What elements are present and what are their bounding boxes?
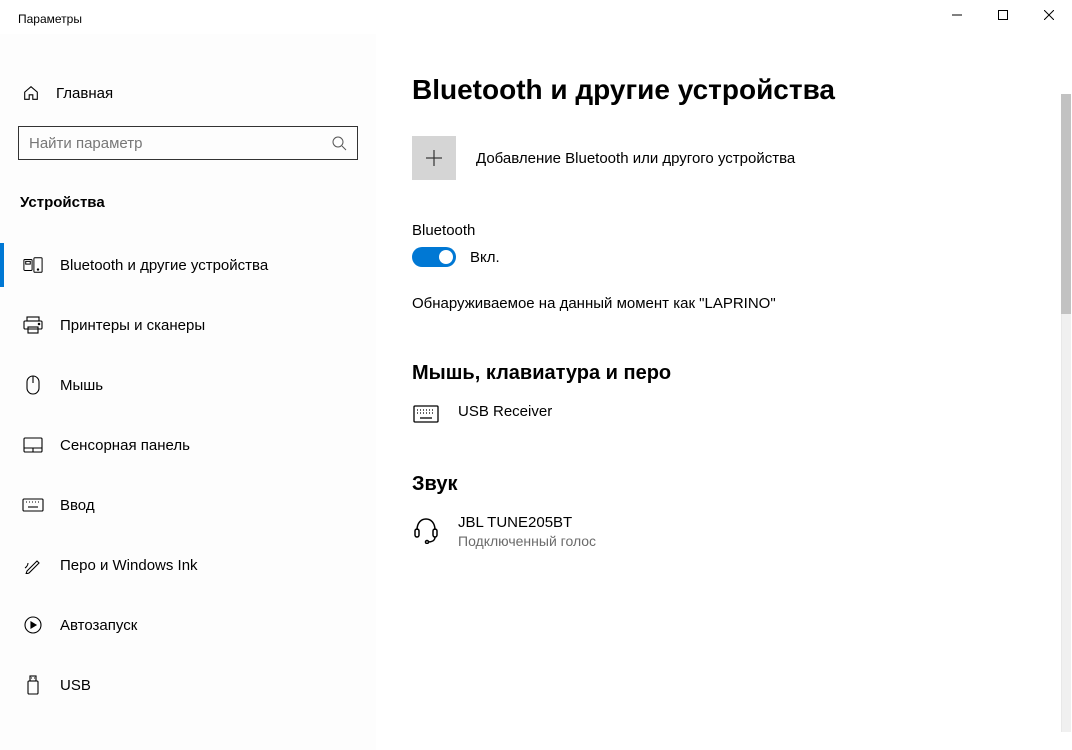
- section-heading-input-devices: Мышь, клавиатура и перо: [412, 362, 1072, 385]
- pen-icon: [22, 556, 44, 574]
- sidebar-item-label: Сенсорная панель: [60, 437, 190, 454]
- sidebar-item-autoplay[interactable]: Автозапуск: [18, 603, 358, 647]
- sidebar-item-pen[interactable]: Перо и Windows Ink: [18, 543, 358, 587]
- search-field[interactable]: [29, 135, 331, 152]
- keyboard-icon: [412, 403, 440, 423]
- add-device-button[interactable]: Добавление Bluetooth или другого устройс…: [412, 136, 1072, 180]
- autoplay-icon: [22, 616, 44, 634]
- close-button[interactable]: [1026, 0, 1072, 30]
- search-input[interactable]: [18, 126, 358, 160]
- device-name: JBL TUNE205BT: [458, 514, 596, 531]
- bluetooth-devices-icon: [22, 256, 44, 274]
- device-status: Подключенный голос: [458, 533, 596, 549]
- sidebar-item-bluetooth[interactable]: Bluetooth и другие устройства: [18, 243, 358, 287]
- printer-icon: [22, 316, 44, 334]
- sidebar: Главная Устройства: [0, 34, 376, 750]
- device-row[interactable]: JBL TUNE205BT Подключенный голос: [412, 514, 1072, 549]
- plus-icon: [412, 136, 456, 180]
- home-icon: [20, 84, 42, 102]
- headset-icon: [412, 514, 440, 544]
- home-label: Главная: [56, 85, 113, 102]
- sidebar-item-typing[interactable]: Ввод: [18, 483, 358, 527]
- content-pane: Bluetooth и другие устройства Добавление…: [376, 34, 1072, 750]
- device-name: USB Receiver: [458, 403, 552, 420]
- sidebar-item-label: USB: [60, 677, 91, 694]
- sidebar-item-label: Автозапуск: [60, 617, 137, 634]
- usb-icon: [22, 675, 44, 695]
- sidebar-item-usb[interactable]: USB: [18, 663, 358, 707]
- mouse-icon: [22, 375, 44, 395]
- home-button[interactable]: Главная: [20, 84, 358, 102]
- sidebar-item-mouse[interactable]: Мышь: [18, 363, 358, 407]
- bluetooth-toggle[interactable]: [412, 247, 456, 267]
- category-label: Устройства: [20, 194, 358, 211]
- minimize-button[interactable]: [934, 0, 980, 30]
- discoverable-text: Обнаруживаемое на данный момент как "LAP…: [412, 295, 1072, 312]
- sidebar-item-printers[interactable]: Принтеры и сканеры: [18, 303, 358, 347]
- sidebar-item-label: Принтеры и сканеры: [60, 317, 205, 334]
- sidebar-item-label: Bluetooth и другие устройства: [60, 257, 268, 274]
- sidebar-item-label: Ввод: [60, 497, 95, 514]
- scrollbar[interactable]: [1061, 78, 1071, 748]
- page-title: Bluetooth и другие устройства: [412, 74, 1072, 106]
- sidebar-item-touchpad[interactable]: Сенсорная панель: [18, 423, 358, 467]
- scroll-thumb[interactable]: [1061, 94, 1071, 314]
- sidebar-item-label: Мышь: [60, 377, 103, 394]
- window-controls: [934, 0, 1072, 34]
- maximize-button[interactable]: [980, 0, 1026, 30]
- titlebar: Параметры: [0, 0, 1072, 34]
- bluetooth-toggle-state: Вкл.: [470, 249, 500, 266]
- add-device-label: Добавление Bluetooth или другого устройс…: [476, 150, 795, 167]
- window-title: Параметры: [18, 12, 82, 26]
- bluetooth-heading: Bluetooth: [412, 222, 1072, 239]
- search-icon: [331, 135, 347, 151]
- device-row[interactable]: USB Receiver: [412, 403, 1072, 423]
- sidebar-item-label: Перо и Windows Ink: [60, 557, 198, 574]
- touchpad-icon: [22, 437, 44, 453]
- section-heading-audio: Звук: [412, 473, 1072, 496]
- nav-list: Bluetooth и другие устройства Принтеры и…: [18, 235, 358, 715]
- keyboard-icon: [22, 498, 44, 512]
